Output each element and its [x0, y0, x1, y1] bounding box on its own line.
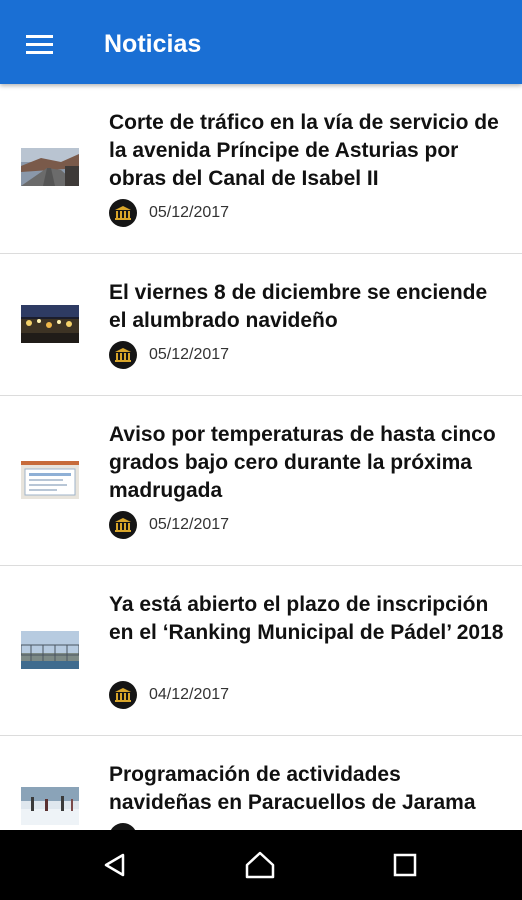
news-item[interactable]: Aviso por temperaturas de hasta cinco gr…: [0, 396, 522, 566]
news-date: 04/12/2017: [149, 686, 230, 703]
news-title: Aviso por temperaturas de hasta cinco gr…: [109, 423, 496, 502]
news-thumbnail-weather-warning: [21, 461, 79, 499]
back-triangle-icon[interactable]: [92, 842, 138, 888]
news-item[interactable]: El viernes 8 de diciembre se enciende el…: [0, 254, 522, 396]
town-hall-icon: [109, 341, 137, 369]
news-date: 05/12/2017: [149, 346, 230, 363]
news-thumbnail-padel-court: [21, 631, 79, 669]
app-bar: Noticias: [0, 0, 522, 84]
news-title: Programación de actividades navideñas en…: [109, 763, 476, 814]
town-hall-icon: [109, 199, 137, 227]
page-title: Noticias: [104, 30, 202, 58]
news-thumbnail-christmas-lights: [21, 305, 79, 343]
news-meta: [109, 823, 149, 830]
home-icon[interactable]: [237, 842, 283, 888]
town-hall-icon: [109, 681, 137, 709]
news-item[interactable]: Ya está abierto el plazo de inscripción …: [0, 566, 522, 736]
news-item[interactable]: Corte de tráfico en la vía de servicio d…: [0, 84, 522, 254]
hamburger-menu-icon[interactable]: [14, 22, 64, 66]
news-thumbnail-road: [21, 148, 79, 186]
recents-square-icon[interactable]: [382, 842, 428, 888]
town-hall-icon: [109, 511, 137, 539]
news-title: Ya está abierto el plazo de inscripción …: [109, 593, 504, 644]
app-screen: Noticias Corte de tráfico en la vía de s…: [0, 0, 522, 900]
news-thumbnail-ice-rink: [21, 787, 79, 825]
news-item[interactable]: Programación de actividades navideñas en…: [0, 736, 522, 830]
news-title: Corte de tráfico en la vía de servicio d…: [109, 111, 499, 190]
news-meta: 05/12/2017: [109, 199, 229, 227]
news-meta: 05/12/2017: [109, 511, 229, 539]
town-hall-icon: [109, 823, 137, 830]
news-title: El viernes 8 de diciembre se enciende el…: [109, 281, 488, 332]
news-meta: 04/12/2017: [109, 681, 229, 709]
news-date: 05/12/2017: [149, 516, 230, 533]
news-date: 05/12/2017: [149, 204, 230, 221]
news-meta: 05/12/2017: [109, 341, 229, 369]
news-list[interactable]: Corte de tráfico en la vía de servicio d…: [0, 84, 522, 830]
system-nav-bar: [0, 830, 522, 900]
